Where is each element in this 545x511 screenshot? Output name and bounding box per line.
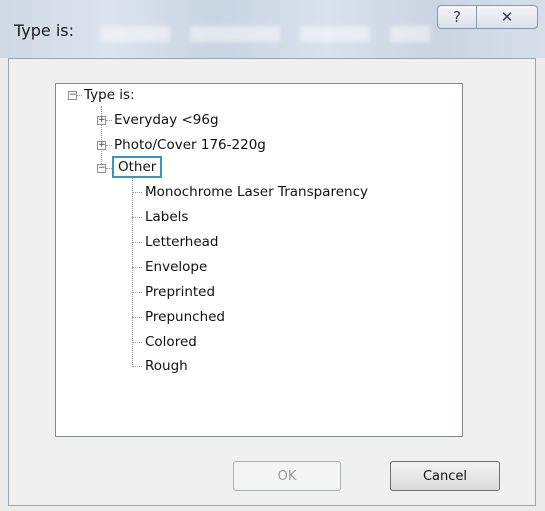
collapse-icon[interactable]: − (97, 164, 106, 173)
expand-icon[interactable]: + (97, 116, 106, 125)
tree-content: − Type is: + Everyday <96g + Photo/Cover… (56, 84, 462, 436)
tree-item-child[interactable]: Monochrome Laser Transparency (145, 181, 368, 203)
blurred-background-tab (190, 26, 280, 42)
tree-connector (132, 267, 142, 268)
tree-connector (106, 145, 112, 146)
help-icon: ? (453, 8, 461, 26)
tree-connector (132, 317, 142, 318)
tree-root-label[interactable]: Type is: (84, 84, 135, 106)
cancel-button[interactable]: Cancel (390, 461, 500, 491)
collapse-icon[interactable]: − (68, 91, 77, 100)
title-bar[interactable]: Type is: ? ✕ (0, 0, 545, 58)
tree-connector (132, 192, 142, 193)
expand-icon[interactable]: + (97, 141, 106, 150)
selected-tree-item-label[interactable]: Other (112, 156, 163, 178)
window-title: Type is: (14, 21, 75, 40)
tree-connector (132, 178, 133, 365)
help-button[interactable]: ? (437, 5, 477, 29)
tree-item-child[interactable]: Labels (145, 206, 188, 228)
tree-connector (132, 292, 142, 293)
blurred-background-tab (100, 26, 170, 42)
dialog-client-area: − Type is: + Everyday <96g + Photo/Cover… (8, 58, 536, 506)
type-dialog: Type is: ? ✕ − Type is: + Everyday <96g … (0, 0, 545, 511)
tree-connector (106, 120, 112, 121)
tree-connector (132, 366, 142, 367)
blurred-background-tab (390, 26, 430, 42)
tree-item-child[interactable]: Envelope (145, 256, 207, 278)
tree-item-other[interactable]: Other (112, 156, 163, 178)
tree-item-child[interactable]: Rough (145, 355, 188, 377)
tree-item-child[interactable]: Colored (145, 331, 197, 353)
tree-item-child[interactable]: Prepunched (145, 306, 225, 328)
tree-connector (132, 217, 142, 218)
tree-item-photo-cover[interactable]: Photo/Cover 176-220g (114, 134, 266, 156)
tree-item-everyday[interactable]: Everyday <96g (114, 109, 219, 131)
blurred-background-tab (300, 26, 370, 42)
close-button[interactable]: ✕ (476, 5, 538, 29)
ok-button[interactable]: OK (233, 461, 341, 491)
tree-connector (77, 95, 82, 96)
tree-connector (132, 242, 142, 243)
tree-item-child[interactable]: Preprinted (145, 281, 215, 303)
tree-connector (132, 342, 142, 343)
tree-item-child[interactable]: Letterhead (145, 231, 219, 253)
close-icon: ✕ (500, 8, 514, 26)
type-tree-view[interactable]: − Type is: + Everyday <96g + Photo/Cover… (55, 83, 463, 437)
